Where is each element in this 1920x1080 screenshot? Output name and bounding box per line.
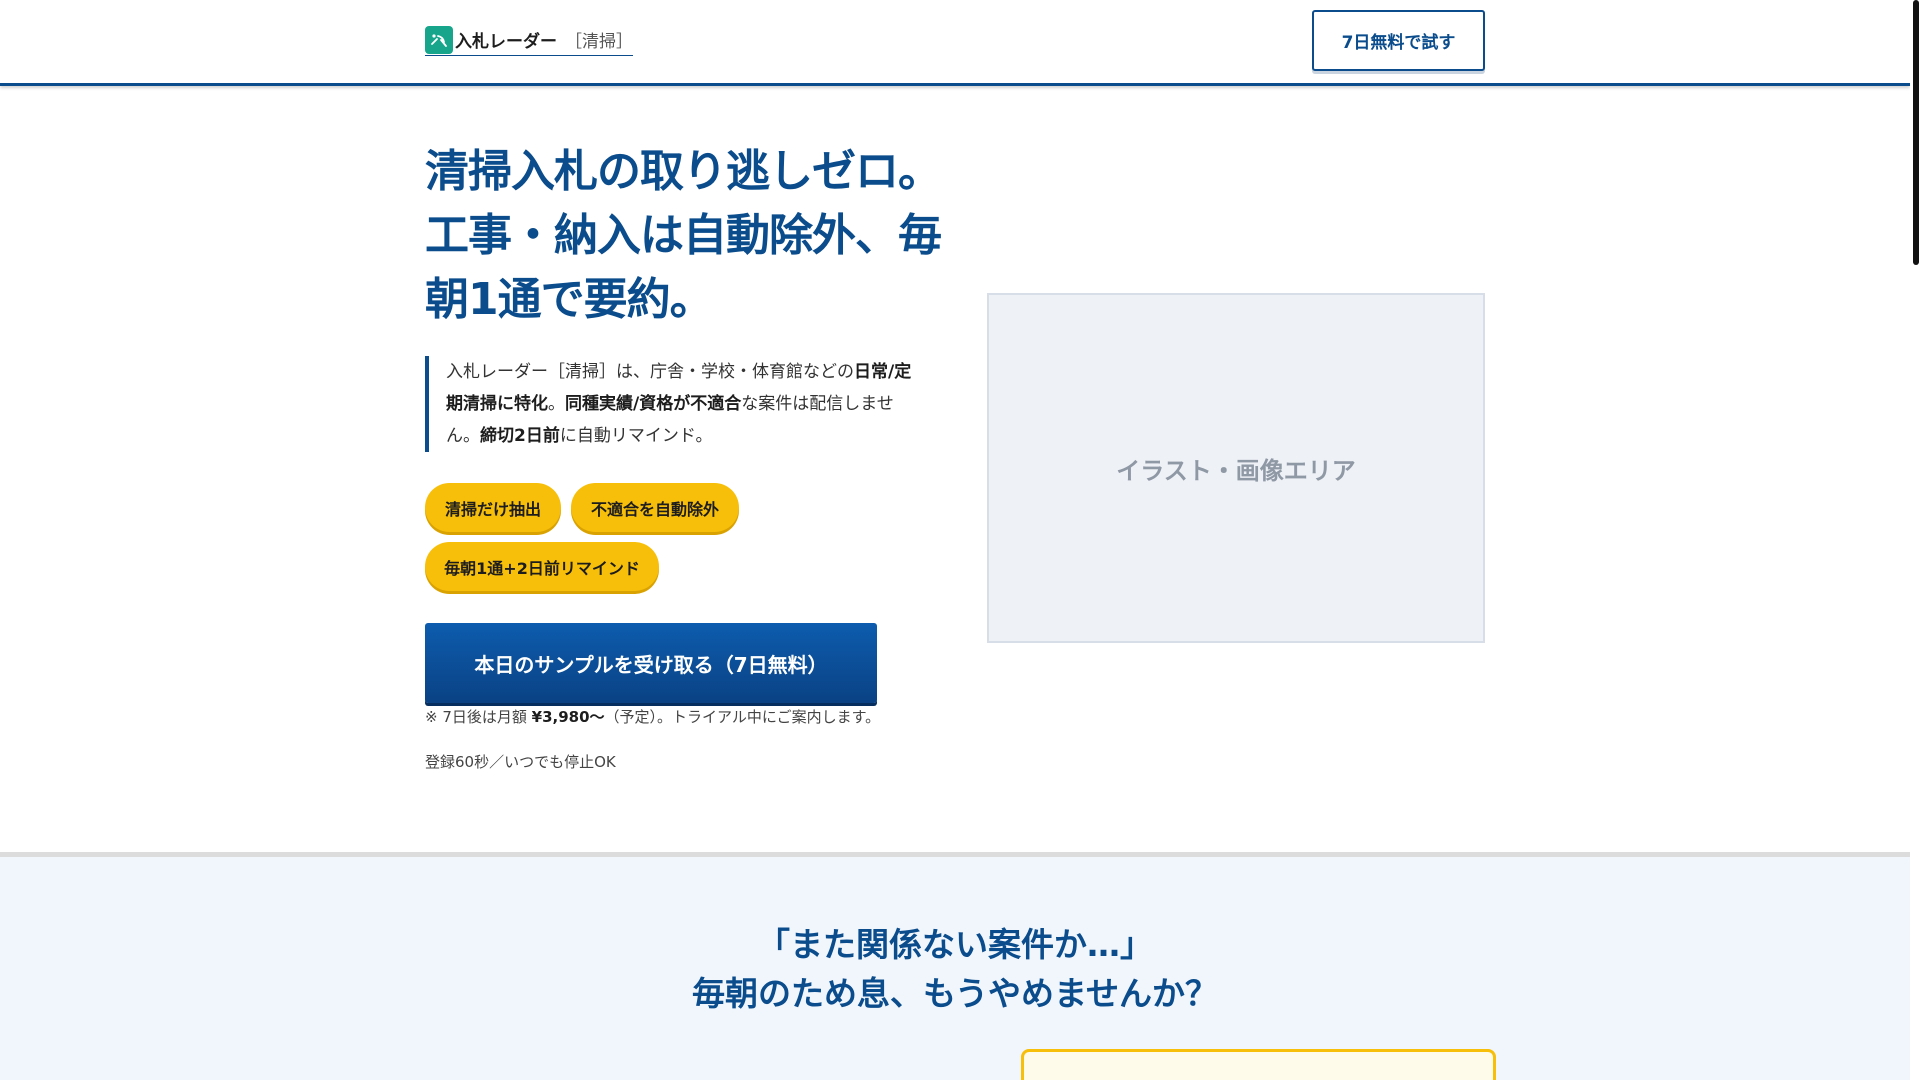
price-suffix: （予定）。トライアル中にご案内します。 (604, 708, 881, 726)
scrollbar-thumb[interactable] (1913, 0, 1919, 265)
header-trial-button[interactable]: 7日無料で試す (1312, 10, 1485, 71)
scrollbar[interactable] (1910, 0, 1920, 1080)
register-note: 登録60秒／いつでも停止OK (425, 753, 616, 771)
price-value: ¥3,980〜 (531, 708, 605, 726)
price-note: ※ 7日後は月額 ¥3,980〜（予定）。トライアル中にご案内します。 (425, 706, 880, 727)
desc-highlight: 同種実績/資格が不適合 (565, 394, 742, 414)
problem-card (1021, 1049, 1496, 1080)
desc-text: 入札レーダー［清掃］は、庁舎・学校・体育館などの (446, 362, 854, 382)
problem-title-line2: 毎朝のため息、もうやめませんか？ (691, 974, 1219, 1013)
desc-text: 。 (548, 394, 565, 414)
brand-link[interactable]: 入札レーダー ［清掃］ (425, 25, 633, 56)
price-prefix: ※ 7日後は月額 (425, 708, 532, 726)
desc-text: に自動リマインド。 (559, 426, 713, 446)
image-placeholder: イラスト・画像エリア (987, 293, 1485, 643)
problem-title: 「また関係ない案件か…」 毎朝のため息、もうやめませんか？ (0, 920, 1910, 1018)
hero-description: 入札レーダー［清掃］は、庁舎・学校・体育館などの日常/定期清掃に特化。同種実績/… (425, 356, 925, 452)
sample-cta-button[interactable]: 本日のサンプルを受け取る（7日無料） (425, 623, 877, 703)
problem-title-line1: 「また関係ない案件か…」 (757, 925, 1153, 964)
desc-highlight: 締切2日前 (480, 426, 560, 446)
hero-title: 清掃入札の取り逃しゼロ。工事・納入は自動除外、毎朝1通で要約。 (425, 146, 942, 325)
problem-section: 「また関係ない案件か…」 毎朝のため息、もうやめませんか？ (0, 852, 1910, 1080)
feature-chip: 毎朝1通+2日前リマインド (425, 542, 659, 591)
feature-chip: 清掃だけ抽出 (425, 483, 561, 532)
site-header: 入札レーダー ［清掃］ 7日無料で試す (0, 0, 1910, 86)
brand-tag: ［清掃］ (565, 32, 633, 52)
feature-chip: 不適合を自動除外 (571, 483, 739, 532)
radar-icon (425, 25, 453, 54)
brand-name: 入札レーダー (455, 32, 557, 52)
